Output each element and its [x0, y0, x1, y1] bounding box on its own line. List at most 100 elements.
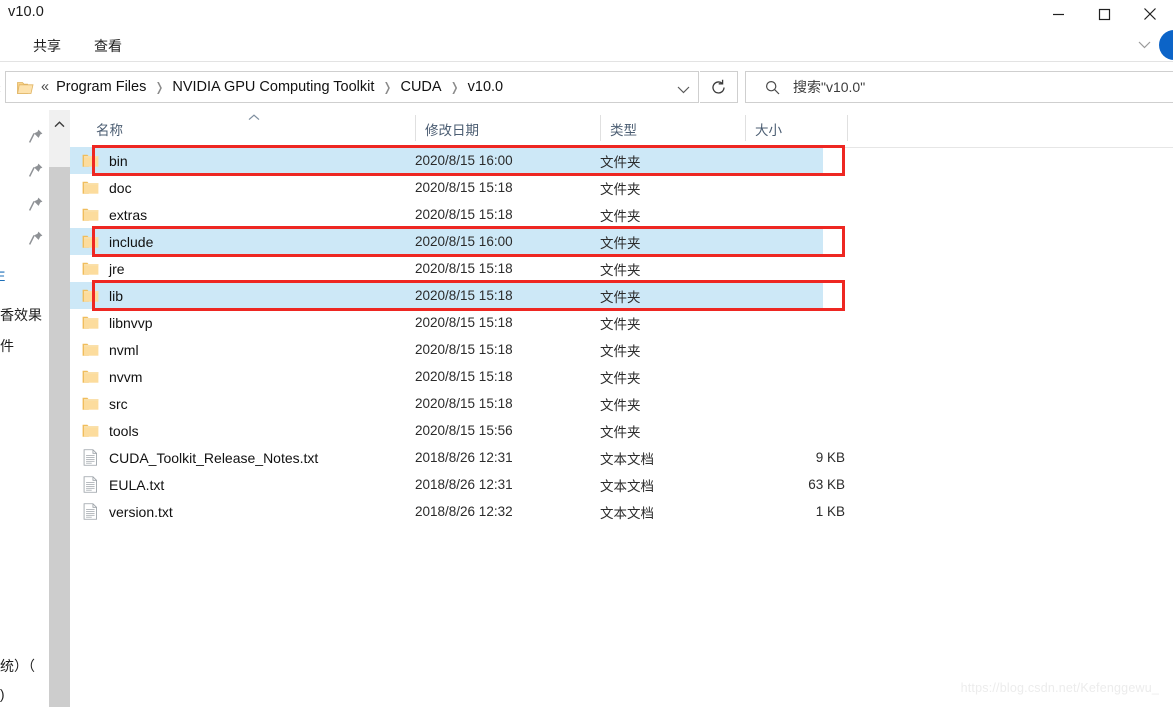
table-row[interactable]: lib 2020/8/15 15:18 文件夹 — [70, 282, 823, 309]
column-divider[interactable] — [600, 115, 601, 141]
column-divider[interactable] — [745, 115, 746, 141]
folder-icon — [82, 154, 99, 167]
ribbon-expand-button[interactable] — [1129, 28, 1159, 61]
file-name-cell[interactable]: EULA.txt — [70, 476, 164, 493]
file-name-cell[interactable]: nvml — [70, 341, 139, 358]
text-file-icon — [83, 503, 97, 520]
pin-icon[interactable] — [28, 196, 44, 212]
file-date-cell: 2020/8/15 15:18 — [415, 396, 513, 411]
file-name-label: src — [109, 395, 128, 412]
text-file-icon — [83, 476, 97, 493]
scroll-up-button[interactable] — [49, 110, 70, 139]
table-row[interactable]: jre 2020/8/15 15:18 文件夹 — [70, 255, 1173, 282]
nav-item-fragment[interactable]: 加香效果 — [0, 305, 42, 325]
maximize-button[interactable] — [1081, 0, 1127, 28]
pin-icon[interactable] — [28, 162, 44, 178]
window-title: v10.0 — [8, 4, 44, 20]
folder-icon — [82, 397, 99, 410]
table-row[interactable]: bin 2020/8/15 16:00 文件夹 — [70, 147, 823, 174]
folder-icon — [82, 370, 99, 383]
file-name-label: nvvm — [109, 368, 143, 385]
nav-pane-scrollbar[interactable] — [49, 110, 71, 707]
nav-item-fragment[interactable]: E — [0, 268, 5, 284]
file-type-cell: 文件夹 — [600, 316, 641, 332]
table-row[interactable]: include 2020/8/15 16:00 文件夹 — [70, 228, 823, 255]
file-name-cell[interactable]: src — [70, 395, 128, 412]
minimize-button[interactable] — [1035, 0, 1081, 28]
breadcrumb-overflow[interactable]: « — [39, 79, 53, 95]
file-name-cell[interactable]: nvvm — [70, 368, 142, 385]
file-size-cell: 9 KB — [815, 450, 845, 465]
column-divider[interactable] — [415, 115, 416, 141]
pin-icon[interactable] — [28, 128, 44, 144]
title-bar: v10.0 — [0, 0, 1173, 28]
column-header-row: 名称 修改日期 类型 大小 — [70, 110, 1173, 148]
table-row[interactable]: EULA.txt 2018/8/26 12:31 文本文档 63 KB — [70, 471, 1173, 498]
breadcrumb-item-3[interactable]: v10.0 — [465, 78, 506, 96]
file-name-cell[interactable]: lib — [70, 287, 123, 304]
file-name-cell[interactable]: bin — [70, 152, 128, 169]
table-row[interactable]: doc 2020/8/15 15:18 文件夹 — [70, 174, 1173, 201]
refresh-button[interactable] — [700, 71, 738, 103]
column-divider[interactable] — [847, 115, 848, 141]
table-row[interactable]: tools 2020/8/15 15:56 文件夹 — [70, 417, 1173, 444]
file-date-cell: 2020/8/15 15:56 — [415, 423, 513, 438]
column-header-date[interactable]: 修改日期 — [425, 110, 479, 147]
help-button[interactable] — [1159, 29, 1173, 60]
file-name-cell[interactable]: jre — [70, 260, 125, 277]
table-row[interactable]: nvml 2020/8/15 15:18 文件夹 — [70, 336, 1173, 363]
table-row[interactable]: src 2020/8/15 15:18 文件夹 — [70, 390, 1173, 417]
folder-icon — [17, 81, 34, 94]
table-row[interactable]: version.txt 2018/8/26 12:32 文本文档 1 KB — [70, 498, 1173, 525]
back-button[interactable]: ‹ — [0, 80, 1, 97]
navigation-pane: E 加香效果 文件 系统）（ :) — [0, 110, 48, 705]
tab-view[interactable]: 查看 — [88, 33, 128, 59]
scrollbar-thumb[interactable] — [49, 167, 70, 707]
file-date-cell: 2018/8/26 12:31 — [415, 450, 513, 465]
column-header-type[interactable]: 类型 — [610, 110, 637, 147]
breadcrumb-separator-icon[interactable]: ❭ — [149, 81, 169, 93]
column-header-name[interactable]: 名称 — [96, 110, 123, 147]
breadcrumb-separator-icon[interactable]: ❭ — [445, 81, 465, 93]
breadcrumb-item-2[interactable]: CUDA — [397, 78, 444, 96]
file-date-cell: 2018/8/26 12:31 — [415, 477, 513, 492]
address-dropdown-button[interactable] — [677, 81, 690, 99]
file-name-label: lib — [109, 287, 124, 304]
table-row[interactable]: extras 2020/8/15 15:18 文件夹 — [70, 201, 1173, 228]
tab-share[interactable]: 共享 — [27, 33, 67, 59]
file-name-cell[interactable]: doc — [70, 179, 132, 196]
file-name-cell[interactable]: version.txt — [70, 503, 173, 520]
file-name-cell[interactable]: libnvvp — [70, 314, 153, 331]
folder-icon — [82, 262, 99, 275]
pin-icon[interactable] — [28, 230, 44, 246]
close-button[interactable] — [1127, 0, 1173, 28]
column-header-size[interactable]: 大小 — [755, 110, 782, 147]
table-row[interactable]: CUDA_Toolkit_Release_Notes.txt 2018/8/26 … — [70, 444, 1173, 471]
file-type-cell: 文本文档 — [600, 451, 654, 467]
file-date-cell: 2020/8/15 15:18 — [415, 288, 513, 303]
breadcrumb-item-1[interactable]: NVIDIA GPU Computing Toolkit — [169, 78, 377, 96]
address-bar[interactable]: « Program Files ❭ NVIDIA GPU Computing T… — [5, 71, 699, 103]
file-date-cell: 2020/8/15 16:00 — [415, 234, 513, 249]
file-name-cell[interactable]: include — [70, 233, 153, 250]
file-name-label: extras — [109, 206, 148, 223]
table-row[interactable]: nvvm 2020/8/15 15:18 文件夹 — [70, 363, 1173, 390]
text-file-icon — [83, 449, 97, 466]
maximize-icon — [1098, 8, 1110, 20]
file-name-cell[interactable]: tools — [70, 422, 139, 439]
file-name-cell[interactable]: CUDA_Toolkit_Release_Notes.txt — [70, 449, 318, 466]
nav-item-fragment[interactable]: :) — [0, 686, 5, 702]
table-row[interactable]: libnvvp 2020/8/15 15:18 文件夹 — [70, 309, 1173, 336]
nav-item-fragment[interactable]: 文件 — [0, 336, 14, 356]
breadcrumb-item-0[interactable]: Program Files — [53, 78, 149, 96]
chevron-up-icon — [54, 121, 65, 128]
file-type-cell: 文件夹 — [600, 289, 641, 305]
search-input[interactable]: 搜索"v10.0" — [793, 77, 865, 97]
search-box[interactable]: 搜索"v10.0" — [745, 71, 1173, 103]
window-controls — [1035, 0, 1173, 28]
breadcrumb-separator-icon[interactable]: ❭ — [377, 81, 397, 93]
file-name-cell[interactable]: extras — [70, 206, 147, 223]
file-type-cell: 文件夹 — [600, 235, 641, 251]
file-type-cell: 文件夹 — [600, 343, 641, 359]
nav-item-fragment[interactable]: 系统）（ — [0, 656, 35, 676]
